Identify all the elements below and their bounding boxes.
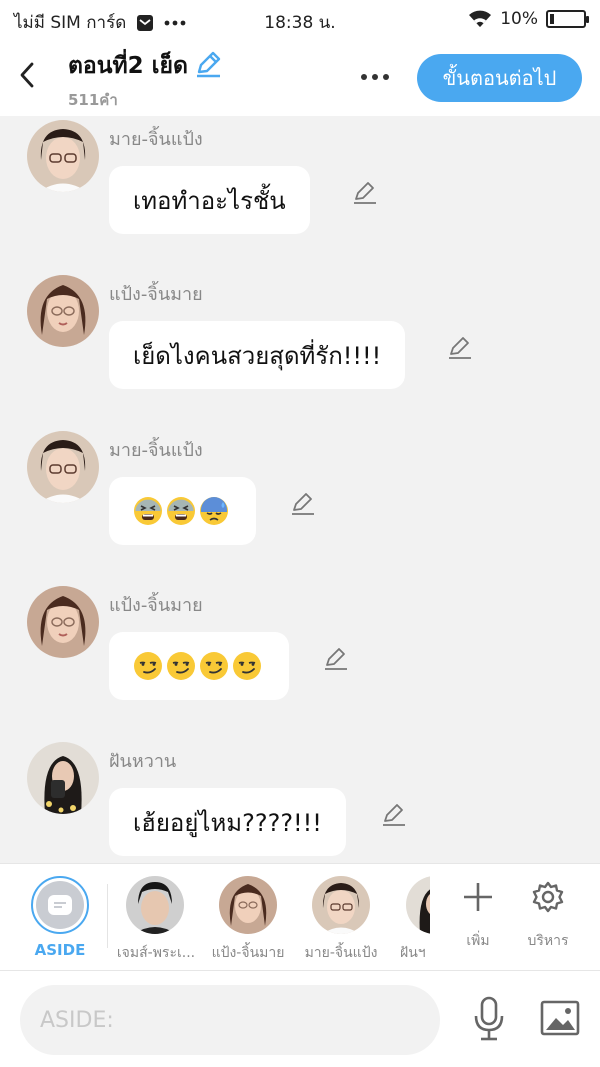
sender-name: แป้ง-จิ้นมาย — [109, 284, 203, 305]
character-name: ฝันฯ — [400, 945, 426, 961]
title-area: ตอนที่2 เย็ด 511คำ — [68, 48, 222, 112]
status-bar: ไม่มี SIM การ์ด 18:38 น. 10% — [0, 0, 600, 40]
sender-name: มาย-จิ้นแป้ง — [109, 129, 203, 150]
page-title: ตอนที่2 เย็ด — [68, 53, 188, 79]
manage-characters-button[interactable]: บริหาร — [520, 878, 576, 968]
message-bubble[interactable] — [109, 632, 289, 700]
image-icon — [540, 1000, 580, 1036]
more-icon-dot — [361, 74, 367, 80]
battery-percent: 10% — [500, 9, 538, 29]
character-name: มาย-จิ้นแป้ง — [304, 945, 378, 961]
manage-label: บริหาร — [527, 933, 569, 949]
avatar[interactable] — [27, 275, 99, 347]
aside-label: ASIDE — [34, 941, 86, 959]
avatar[interactable] — [27, 431, 99, 503]
character-overflow: ฝันฯ — [400, 864, 430, 972]
divider — [107, 884, 108, 948]
aside-icon — [36, 881, 84, 929]
pencil-icon[interactable] — [194, 50, 222, 82]
word-count: 511คำ — [68, 91, 118, 109]
microphone-icon — [474, 996, 504, 1041]
message-bubble[interactable]: เย็ดไงคนสวยสุดที่รัก!!!! — [109, 321, 406, 389]
edit-icon[interactable] — [321, 644, 351, 674]
smirk-face-emoji-icon — [232, 651, 262, 681]
message-text: เย็ดไงคนสวยสุดที่รัก!!!! — [133, 341, 382, 370]
chat-area[interactable]: มาย-จิ้นแป้ง เทอทำอะไรชั้น แป้ง-จิ้นมาย … — [0, 116, 600, 863]
edit-icon[interactable] — [379, 800, 409, 830]
add-label: เพิ่ม — [466, 933, 490, 949]
aside-input[interactable] — [20, 985, 440, 1055]
back-arrow-icon — [20, 62, 34, 88]
avatar[interactable] — [27, 586, 99, 658]
character-avatar[interactable] — [126, 876, 184, 934]
smirk-face-emoji-icon — [199, 651, 229, 681]
sender-name: ฝันหวาน — [109, 751, 177, 772]
edit-icon[interactable] — [288, 489, 318, 519]
character-avatar[interactable] — [312, 876, 370, 934]
more-icon-dot — [383, 74, 389, 80]
character-name: เจมส์-พระเ... — [116, 945, 196, 961]
add-character-button[interactable]: เพิ่ม — [450, 878, 506, 968]
tired-face-emoji-icon — [166, 496, 196, 526]
input-bar — [0, 971, 600, 1067]
edit-icon[interactable] — [445, 333, 475, 363]
next-step-button[interactable]: ขั้นตอนต่อไป — [417, 54, 582, 102]
message-bubble[interactable]: เฮ้ยอยู่ไหม????!!! — [109, 788, 346, 856]
message-bubble[interactable]: เทอทำอะไรชั้น — [109, 166, 310, 234]
tired-face-emoji-icon — [133, 496, 163, 526]
character-avatar[interactable] — [219, 876, 277, 934]
message-text: เทอทำอะไรชั้น — [133, 186, 286, 215]
microphone-button[interactable] — [468, 993, 510, 1045]
message-bubble[interactable] — [109, 477, 256, 545]
header: ตอนที่2 เย็ด 511คำ ขั้นตอนต่อไป — [0, 40, 600, 116]
plus-icon — [464, 883, 492, 911]
character-bar: ASIDE เจมส์-พระเ... แป้ง-จิ้นมาย มาย-จิ้… — [0, 863, 600, 971]
clock: 18:38 น. — [264, 13, 336, 33]
downcast-sweat-face-emoji-icon — [199, 496, 229, 526]
more-button[interactable] — [354, 62, 396, 92]
sender-name: มาย-จิ้นแป้ง — [109, 440, 203, 461]
smirk-face-emoji-icon — [166, 651, 196, 681]
battery-icon — [546, 10, 589, 28]
sender-name: แป้ง-จิ้นมาย — [109, 595, 203, 616]
smirk-face-emoji-icon — [133, 651, 163, 681]
character-avatar[interactable] — [406, 876, 430, 934]
message-text: เฮ้ยอยู่ไหม????!!! — [133, 808, 322, 837]
more-icon-dot — [372, 74, 378, 80]
battery-fill — [550, 14, 554, 24]
aside-character-button[interactable] — [31, 876, 89, 934]
avatar[interactable] — [27, 742, 99, 814]
gear-icon — [532, 881, 564, 913]
edit-icon[interactable] — [350, 178, 380, 208]
wifi-icon — [468, 10, 492, 28]
back-button[interactable] — [12, 58, 42, 92]
character-name: แป้ง-จิ้นมาย — [211, 945, 285, 961]
avatar[interactable] — [27, 120, 99, 192]
image-button[interactable] — [538, 997, 582, 1039]
